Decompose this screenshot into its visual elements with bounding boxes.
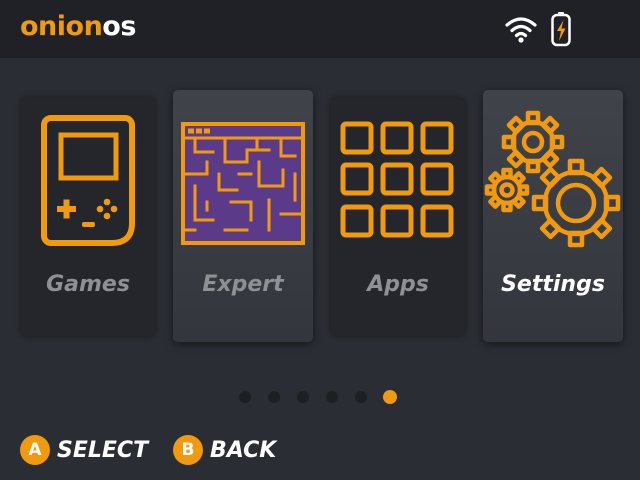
page-dot — [297, 391, 309, 403]
page-indicator — [0, 389, 640, 405]
select-hint[interactable]: A SELECT — [20, 434, 150, 466]
handheld-console-icon — [41, 115, 135, 246]
logo-onion-text: onion — [20, 11, 103, 42]
menu-tile-games[interactable]: Games — [21, 98, 155, 336]
menu-tile-apps[interactable]: Apps — [331, 98, 465, 336]
top-bar: onionos — [0, 0, 640, 58]
battery-charging-icon — [551, 12, 571, 47]
back-hint[interactable]: B BACK — [173, 434, 283, 466]
app-grid-icon — [340, 121, 454, 238]
logo-os-text: os — [102, 11, 136, 42]
tile-label-games: Games — [46, 272, 130, 297]
menu-tile-expert[interactable]: Expert — [173, 90, 313, 342]
b-button-badge: B — [173, 435, 203, 465]
tile-label-apps: Apps — [367, 272, 429, 297]
onionos-logo: onionos — [20, 10, 136, 44]
a-button-badge: A — [20, 435, 50, 465]
page-dot — [355, 391, 367, 403]
tile-label-settings: Settings — [501, 272, 605, 297]
wifi-icon — [505, 17, 537, 43]
page-dot — [268, 391, 280, 403]
menu-tile-settings[interactable]: Settings — [483, 90, 623, 342]
tile-label-expert: Expert — [202, 272, 284, 297]
page-dot-active — [383, 390, 397, 404]
gears-icon — [484, 110, 621, 248]
back-label: BACK — [210, 438, 277, 463]
select-label: SELECT — [57, 438, 149, 463]
maze-icon — [181, 122, 305, 245]
page-dot — [239, 391, 251, 403]
page-dot — [326, 391, 338, 403]
